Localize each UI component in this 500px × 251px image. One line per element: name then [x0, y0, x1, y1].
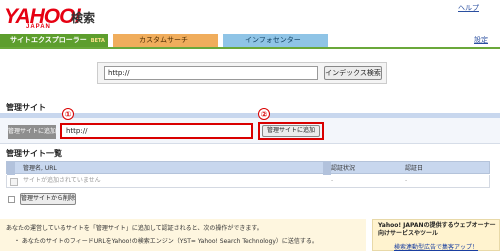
url-search-input[interactable]: http:// [104, 66, 318, 80]
sort-divider [323, 162, 331, 175]
tab-site-explorer-label: サイトエクスプローラー [10, 36, 87, 44]
site-list-header: 管理名, URL 認証状況 認証日 [6, 161, 490, 175]
callout-1: ① [62, 108, 74, 120]
callout-2: ② [258, 108, 270, 120]
index-search-button[interactable]: インデックス検索 [324, 66, 382, 80]
tab-custom-search-label: カスタムサーチ [139, 36, 188, 44]
tab-site-explorer[interactable]: サイトエクスプローラー BETA [0, 34, 108, 47]
remove-site-button[interactable]: 管理サイトから削除 [20, 193, 76, 205]
tab-bar: サイトエクスプローラー BETA カスタムサーチ インフォセンター [0, 34, 500, 47]
row-checkbox[interactable] [10, 178, 18, 186]
help-link[interactable]: ヘルプ [458, 3, 479, 13]
tab-info-center-label: インフォセンター [245, 36, 301, 44]
tab-info-center[interactable]: インフォセンター [223, 34, 328, 47]
select-column-header [7, 162, 15, 175]
add-site-button[interactable]: 管理サイトに追加 [262, 125, 320, 137]
empty-message: サイトが追加されていません [23, 177, 101, 184]
managed-sites-title: 管理サイト [6, 103, 46, 112]
settings-link[interactable]: 設定 [474, 35, 488, 45]
empty-date: - [405, 177, 408, 184]
column-name-url[interactable]: 管理名, URL [23, 162, 57, 175]
column-auth-status[interactable]: 認証状況 [331, 162, 355, 175]
yahoo-logo-japan: JAPAN [26, 24, 51, 30]
ad-link[interactable]: 検索連動型広告で集客アップ！ [394, 242, 478, 251]
tab-custom-search[interactable]: カスタムサーチ [113, 34, 218, 47]
site-list-title: 管理サイト一覧 [6, 149, 62, 158]
column-auth-date[interactable]: 認証日 [405, 162, 423, 175]
select-all-checkbox[interactable] [8, 196, 15, 203]
service-name: 検索 [71, 11, 96, 25]
info-text-1: あなたの運営しているサイトを「管理サイト」に追加して認証されると、次の操作ができ… [6, 225, 263, 232]
ad-text: Yahoo! JAPANの提供するウェブオーナー向けサービスやツール [378, 222, 496, 237]
add-site-label: 管理サイトに追加 [8, 125, 56, 139]
info-text-2: ・ あなたのサイトのフィードURLをYahoo!の検索エンジン（YST= Yah… [14, 238, 318, 245]
empty-status: - [331, 177, 334, 184]
add-site-url-input[interactable]: http:// [60, 123, 253, 139]
table-row: サイトが追加されていません - - [6, 175, 490, 188]
beta-badge: BETA [90, 38, 105, 44]
tab-underline [0, 47, 500, 49]
